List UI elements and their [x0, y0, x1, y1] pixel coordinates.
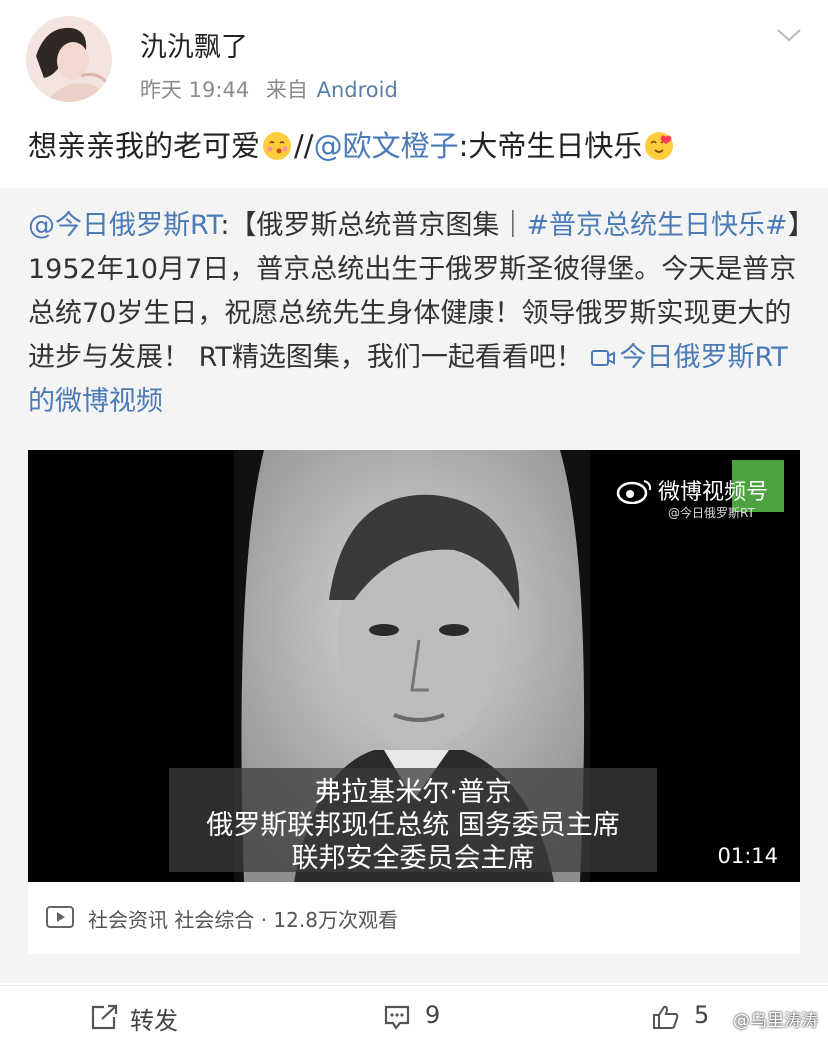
share-icon[interactable] [90, 1004, 118, 1030]
avatar-image [26, 16, 112, 102]
source-device[interactable]: Android [317, 78, 398, 102]
subtitle-line-3: 联邦安全委员会主席 [291, 843, 535, 874]
repost-message-2: :大帝生日快乐 [458, 129, 643, 163]
avatar[interactable] [26, 16, 112, 102]
quoted-post-text: @今日俄罗斯RT:【俄罗斯总统普京图集｜#普京总统生日快乐#】1952年10月7… [28, 204, 803, 424]
weibo-video-watermark: 微博视频号 @今日俄罗斯RT [616, 460, 786, 520]
play-icon [46, 906, 74, 928]
like-count[interactable]: 5 [694, 1001, 709, 1029]
post-time: 昨天 19:44 [140, 78, 250, 102]
image-watermark: @乌里涛涛 [733, 1011, 818, 1031]
username[interactable]: 氿氿飘了 [140, 25, 248, 64]
video-meta-bar: 社会资讯 社会综合 · 12.8万次观看 [28, 882, 800, 954]
post-meta: 昨天 19:44 来自 Android [140, 74, 398, 104]
video-player[interactable]: 微博视频号 @今日俄罗斯RT 弗拉基米尔·普京 俄罗斯联邦现任总统 国务委员主席… [28, 450, 800, 882]
chevron-down-icon[interactable] [776, 24, 802, 46]
watermark-text: 微博视频号 [658, 480, 769, 505]
mention-link[interactable]: @欧文橙子 [314, 129, 459, 163]
hashtag-link[interactable]: #普京总统生日快乐# [526, 210, 787, 241]
repost-message: 想亲亲我的老可爱 [28, 129, 261, 163]
quoted-title-open: 【俄罗斯总统普京图集｜ [229, 210, 527, 241]
comment-count[interactable]: 9 [425, 1001, 440, 1029]
source-prefix: 来自 [265, 78, 308, 102]
weibo-logo-icon [616, 480, 652, 504]
quoted-author-link[interactable]: @今日俄罗斯RT [28, 210, 220, 241]
video-link-icon [591, 350, 616, 366]
video-meta-text: 社会资讯 社会综合 · 12.8万次观看 [88, 908, 398, 932]
action-bar: 转发 9 5 @乌里涛涛 [0, 985, 828, 1042]
video-duration: 01:14 [717, 844, 778, 868]
watermark-subtext: @今日俄罗斯RT [668, 506, 755, 520]
thumbs-up-icon[interactable] [652, 1004, 680, 1030]
post-header: 氿氿飘了 昨天 19:44 来自 Android [0, 0, 828, 120]
kiss-emoji-icon [263, 132, 292, 160]
heart-kiss-emoji-icon [645, 132, 674, 160]
repost-separator: // [294, 129, 314, 163]
repost-text: 想亲亲我的老可爱 //@欧文橙子:大帝生日快乐 [28, 124, 676, 168]
comment-icon[interactable] [383, 1004, 411, 1030]
subtitle-box: 弗拉基米尔·普京 俄罗斯联邦现任总统 国务委员主席 联邦安全委员会主席 [169, 768, 657, 874]
repost-button[interactable]: 转发 [130, 1001, 178, 1036]
quoted-post[interactable]: @今日俄罗斯RT:【俄罗斯总统普京图集｜#普京总统生日快乐#】1952年10月7… [0, 188, 828, 983]
